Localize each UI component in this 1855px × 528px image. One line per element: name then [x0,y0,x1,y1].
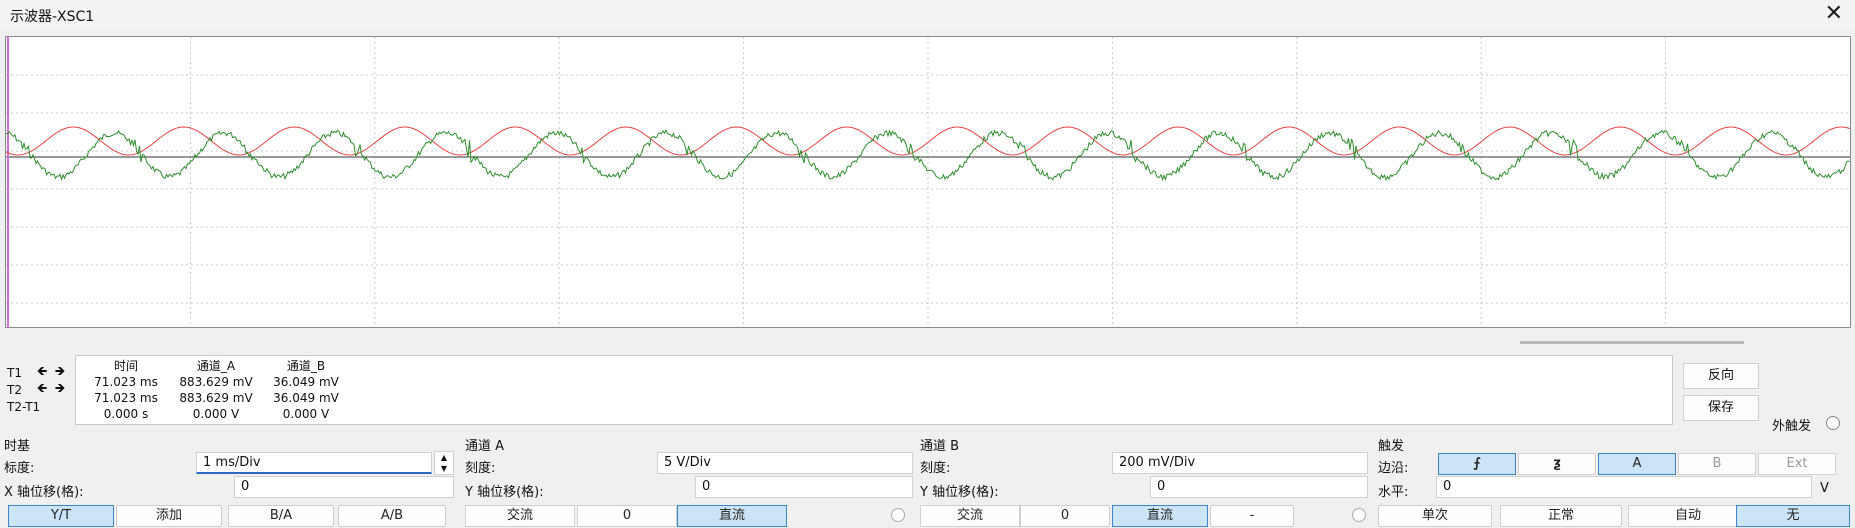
rising-edge-icon[interactable]: ⨍ [1438,453,1516,475]
channel-b-scale-field[interactable]: 200 mV/Div [1112,452,1368,474]
channel-a-column: 通道_A 883.629 mV 883.629 mV 0.000 V [166,358,266,422]
cursor-readout-panel: T1 🡸 🡺 T2 🡸 🡺 T2-T1 时间 71.023 ms 71.023 … [0,355,1855,427]
trigger-level-field[interactable]: 0 [1436,476,1812,498]
timebase-panel: 时基 标度: 1 ms/Div ▲ ▼ X 轴位移(格): 0 Y/T 添加 B… [0,433,458,528]
cursor-delta-row: T2-T1 [3,399,75,416]
mode-add-button[interactable]: 添加 [116,505,222,527]
channel-b-dc-button[interactable]: 直流 [1112,505,1208,527]
cursor-t2-label: T2 [7,383,22,397]
trigger-none-button[interactable]: 无 [1736,505,1850,527]
channel-a-scale-field[interactable]: 5 V/Div [657,452,913,474]
mode-yt-button[interactable]: Y/T [8,505,114,527]
mode-ba-button[interactable]: B/A [228,505,334,527]
t2-time-value: 71.023 ms [94,391,158,405]
channel-a-radio[interactable] [891,508,905,522]
trigger-panel: 触发 边沿: ⨍ ƺ A B Ext 水平: 0 V 单次 正常 自动 无 [1374,433,1855,528]
delta-time-value: 0.000 s [103,407,149,421]
trigger-source-a-button[interactable]: A [1598,453,1676,475]
close-icon[interactable]: ✕ [1825,2,1843,26]
oscilloscope-display [5,36,1851,328]
x-position-label: X 轴位移(格): [4,485,84,500]
trigger-normal-button[interactable]: 正常 [1500,505,1622,527]
channel-b-radio[interactable] [1352,508,1366,522]
channel-a-ypos-field[interactable]: 0 [695,476,913,498]
trigger-level-unit: V [1820,481,1829,496]
t2-right-arrow-icon[interactable]: 🡺 [53,382,67,396]
t2-left-arrow-icon[interactable]: 🡸 [35,382,49,396]
cursor-t1-label: T1 [7,366,22,380]
t2-b-value: 36.049 mV [273,391,339,405]
delta-a-value: 0.000 V [192,407,240,421]
channel-b-title: 通道 B [920,439,960,454]
t1-right-arrow-icon[interactable]: 🡺 [53,365,67,379]
cursor-t2-row: T2 🡸 🡺 [3,382,75,399]
trigger-source-b-button[interactable]: B [1678,453,1756,475]
t1-left-arrow-icon[interactable]: 🡸 [35,365,49,379]
falling-edge-icon[interactable]: ƺ [1518,453,1596,475]
stepper-up-icon[interactable]: ▲ [435,452,453,463]
title-bar: 示波器-XSC1 ✕ [0,0,1855,30]
trigger-edge-label: 边沿: [1378,461,1409,476]
cursor-labels: T1 🡸 🡺 T2 🡸 🡺 T2-T1 [3,365,75,416]
t1-time-value: 71.023 ms [94,375,158,389]
mode-ab-button[interactable]: A/B [338,505,446,527]
channel-a-panel: 通道 A 刻度: 5 V/Div Y 轴位移(格): 0 交流 0 直流 [461,433,916,528]
timebase-title: 时基 [4,439,31,454]
channel-a-zero-button[interactable]: 0 [577,505,677,527]
trigger-source-ext-button[interactable]: Ext [1758,453,1836,475]
timebase-scale-label: 标度: [4,461,35,476]
time-column: 时间 71.023 ms 71.023 ms 0.000 s [76,358,176,422]
delta-b-value: 0.000 V [282,407,330,421]
trigger-auto-button[interactable]: 自动 [1628,505,1748,527]
stepper-down-icon[interactable]: ▼ [435,463,453,474]
trigger-single-button[interactable]: 单次 [1378,505,1492,527]
trigger-level-label: 水平: [1378,485,1409,500]
channel-b-invert-button[interactable]: - [1210,505,1294,527]
channel-b-header: 通道_B [286,359,326,373]
trigger-title: 触发 [1378,439,1405,454]
timebase-scale-stepper[interactable]: ▲ ▼ [434,451,454,475]
ext-trigger-label: 外触发 [1772,419,1812,434]
channel-a-header: 通道_A [196,359,236,373]
window-title: 示波器-XSC1 [10,9,95,25]
ext-trigger-radio[interactable] [1826,416,1840,430]
channel-b-panel: 通道 B 刻度: 200 mV/Div Y 轴位移(格): 0 交流 0 直流 … [916,433,1374,528]
channel-b-column: 通道_B 36.049 mV 36.049 mV 0.000 V [256,358,356,422]
channel-a-scale-label: 刻度: [465,461,496,476]
timebase-scale-field[interactable]: 1 ms/Div [196,452,432,474]
time-header: 时间 [113,359,138,373]
channel-b-ypos-label: Y 轴位移(格): [920,485,999,500]
cursor-t1-row: T1 🡸 🡺 [3,365,75,382]
cursor-delta-label: T2-T1 [7,400,41,414]
channel-a-ypos-label: Y 轴位移(格): [465,485,544,500]
channel-a-ac-button[interactable]: 交流 [465,505,575,527]
channel-b-ac-button[interactable]: 交流 [920,505,1020,527]
channel-b-zero-button[interactable]: 0 [1020,505,1110,527]
horizontal-scrollbar[interactable] [1520,341,1744,344]
t1-a-value: 883.629 mV [179,375,253,389]
readout-table: 时间 71.023 ms 71.023 ms 0.000 s 通道_A 883.… [75,355,1673,425]
t1-b-value: 36.049 mV [273,375,339,389]
t2-a-value: 883.629 mV [179,391,253,405]
waveform-plot [6,37,1850,327]
reverse-button[interactable]: 反向 [1683,363,1759,389]
save-button[interactable]: 保存 [1683,395,1759,421]
channel-b-ypos-field[interactable]: 0 [1150,476,1368,498]
channel-b-scale-label: 刻度: [920,461,951,476]
channel-a-dc-button[interactable]: 直流 [677,505,787,527]
channel-a-title: 通道 A [465,439,505,454]
x-position-field[interactable]: 0 [234,476,454,498]
